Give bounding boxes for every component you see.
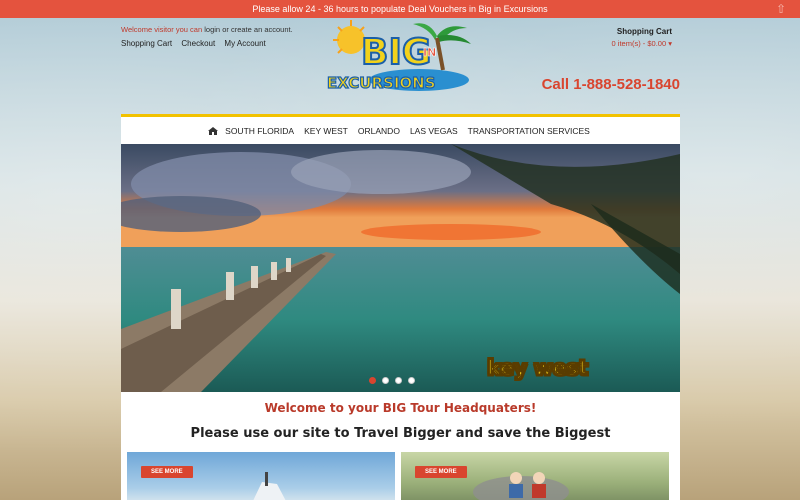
- slider-dot-2[interactable]: [382, 377, 389, 384]
- main-content: SOUTH FLORIDA KEY WEST ORLANDO LAS VEGAS…: [121, 114, 680, 500]
- tour-tile-boat[interactable]: SEE MORE: [127, 452, 395, 500]
- my-account-link[interactable]: My Account: [224, 39, 265, 48]
- see-more-button[interactable]: SEE MORE: [141, 466, 193, 478]
- phone-number[interactable]: Call 1-888-528-1840: [542, 76, 680, 93]
- site-header: Welcome visitor you can login or create …: [121, 18, 680, 118]
- tagline-heading: Please use our site to Travel Bigger and…: [190, 426, 611, 441]
- hero-slider[interactable]: key west: [121, 144, 680, 392]
- main-nav: SOUTH FLORIDA KEY WEST ORLANDO LAS VEGAS…: [121, 117, 680, 144]
- slide-caption: key west: [487, 356, 588, 380]
- scroll-top-icon[interactable]: ⇧: [774, 2, 788, 16]
- top-links: Shopping Cart Checkout My Account: [121, 39, 273, 48]
- notice-text: Please allow 24 - 36 hours to populate D…: [252, 4, 548, 14]
- nav-las-vegas[interactable]: LAS VEGAS: [405, 126, 463, 136]
- shopping-cart-title: Shopping Cart: [616, 27, 672, 36]
- shopping-cart-link[interactable]: Shopping Cart: [121, 39, 172, 48]
- welcome-message: Welcome visitor you can login or create …: [121, 25, 293, 34]
- tour-tile-airboat[interactable]: SEE MORE: [401, 452, 669, 500]
- slider-dot-1[interactable]: [369, 377, 376, 384]
- create-account-link[interactable]: create an account.: [231, 25, 293, 34]
- cart-summary: 0 item(s) - $0.00: [611, 39, 667, 48]
- checkout-link[interactable]: Checkout: [181, 39, 215, 48]
- key-west-pier-image: key west: [121, 144, 680, 392]
- slider-dots: [369, 377, 415, 384]
- svg-text:EXCURSIONS: EXCURSIONS: [327, 74, 436, 92]
- nav-transportation-services[interactable]: TRANSPORTATION SERVICES: [463, 126, 595, 136]
- nav-south-florida[interactable]: SOUTH FLORIDA: [220, 126, 299, 136]
- home-icon[interactable]: [206, 126, 220, 136]
- caret-down-icon: ▾: [668, 39, 672, 48]
- welcome-heading: Welcome to your BIG Tour Headquaters!: [264, 401, 537, 415]
- big-in-excursions-logo[interactable]: BIG IN EXCURSIONS: [319, 18, 479, 98]
- svg-text:BIG: BIG: [361, 32, 431, 73]
- slider-dot-3[interactable]: [395, 377, 402, 384]
- welcome-prefix: Welcome visitor you can: [121, 25, 203, 34]
- or-text: or: [222, 25, 229, 34]
- cart-summary-dropdown[interactable]: 0 item(s) - $0.00 ▾: [612, 39, 672, 48]
- see-more-button[interactable]: SEE MORE: [415, 466, 467, 478]
- notice-bar: Please allow 24 - 36 hours to populate D…: [0, 0, 800, 18]
- login-link[interactable]: login: [204, 25, 220, 34]
- slider-dot-4[interactable]: [408, 377, 415, 384]
- nav-orlando[interactable]: ORLANDO: [353, 126, 405, 136]
- nav-key-west[interactable]: KEY WEST: [299, 126, 353, 136]
- svg-text:IN: IN: [423, 46, 436, 59]
